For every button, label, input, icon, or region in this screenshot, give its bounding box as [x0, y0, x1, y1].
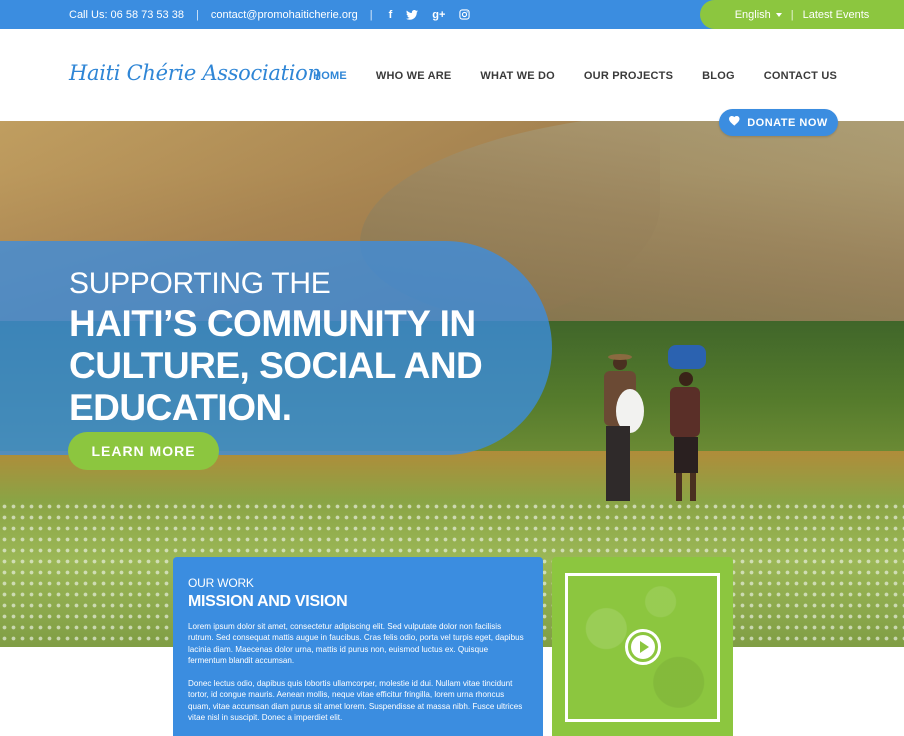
nav-contact-us[interactable]: CONTACT US — [764, 70, 837, 82]
separator: | — [790, 8, 794, 21]
latest-events-link[interactable]: Latest Events — [803, 9, 870, 21]
mission-title: MISSION AND VISION — [188, 593, 348, 610]
top-contact: Call Us: 06 58 73 53 38 | contact@promoh… — [69, 0, 471, 29]
hero-line-3: CULTURE, SOCIAL AND — [69, 345, 483, 386]
nav-our-projects[interactable]: OUR PROJECTS — [584, 70, 673, 82]
hero-line-1: SUPPORTING THE — [69, 267, 331, 300]
email-link[interactable]: contact@promohaiticherie.org — [211, 9, 358, 21]
hero-line-2: HAITI’S COMMUNITY IN — [69, 303, 476, 344]
video-card[interactable] — [552, 557, 733, 736]
separator: | — [195, 8, 199, 21]
language-selector[interactable]: English — [735, 9, 782, 21]
main-nav: HOME WHO WE ARE WHAT WE DO OUR PROJECTS … — [313, 70, 837, 82]
nav-home[interactable]: HOME — [313, 70, 347, 82]
logo[interactable]: Haiti Chérie Association — [69, 61, 321, 85]
instagram-icon[interactable] — [459, 9, 471, 20]
top-bar: Call Us: 06 58 73 53 38 | contact@promoh… — [0, 0, 904, 29]
nav-what-we-do[interactable]: WHAT WE DO — [480, 70, 555, 82]
donate-label: DONATE NOW — [747, 116, 828, 129]
social-links: f g+ — [389, 9, 471, 21]
heart-icon — [729, 116, 740, 129]
donate-button[interactable]: DONATE NOW — [719, 109, 838, 136]
hero-headline: SUPPORTING THE HAITI’S COMMUNITY IN CULT… — [69, 267, 483, 429]
play-icon-inner — [631, 635, 655, 659]
nav-who-we-are[interactable]: WHO WE ARE — [376, 70, 452, 82]
play-icon[interactable] — [625, 629, 661, 665]
google-plus-icon[interactable]: g+ — [432, 9, 445, 21]
facebook-icon[interactable]: f — [389, 9, 393, 21]
learn-more-button[interactable]: LEARN MORE — [68, 432, 219, 470]
chevron-down-icon — [775, 12, 782, 17]
language-label: English — [734, 8, 771, 21]
play-triangle — [640, 641, 649, 653]
phone-text: Call Us: 06 58 73 53 38 — [69, 8, 184, 21]
nav-blog[interactable]: BLOG — [702, 70, 735, 82]
hero-line-4: EDUCATION. — [69, 387, 292, 428]
twitter-icon[interactable] — [406, 9, 419, 20]
mission-paragraph: Donec lectus odio, dapibus quis lobortis… — [188, 679, 523, 723]
mission-eyebrow: OUR WORK — [188, 576, 254, 590]
separator: | — [369, 8, 373, 21]
top-right-pill: English | Latest Events — [700, 0, 904, 29]
mission-card: OUR WORK MISSION AND VISION Lorem ipsum … — [173, 557, 543, 736]
hero-people-image — [594, 341, 724, 511]
mission-paragraph: Lorem ipsum dolor sit amet, consectetur … — [188, 622, 524, 665]
site-header: Haiti Chérie Association HOME WHO WE ARE… — [0, 29, 904, 121]
